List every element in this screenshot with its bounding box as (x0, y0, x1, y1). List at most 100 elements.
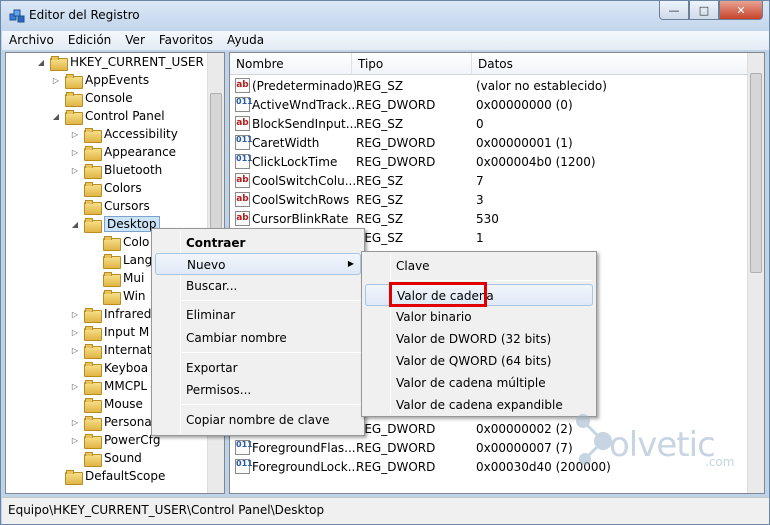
close-button[interactable]: ✕ (719, 1, 763, 20)
expand-triangle-icon[interactable]: ▷ (70, 346, 80, 355)
folder-icon (84, 397, 102, 413)
solvetic-watermark: olvetic .com (573, 411, 763, 471)
folder-icon (65, 469, 83, 485)
tree-item[interactable]: Keyboa (70, 359, 148, 377)
tree-item[interactable]: ▷ Internat (70, 341, 152, 359)
menu-separator (182, 352, 362, 353)
tree-item-label: Bluetooth (104, 163, 163, 177)
menu-item-rename[interactable]: Cambiar nombre (155, 327, 361, 349)
value-row[interactable]: ab BlockSendInput... REG_SZ 0 (230, 115, 749, 134)
tree-item-root[interactable]: ◢ HKEY_CURRENT_USER (36, 53, 204, 71)
value-row[interactable]: 011 ClickLockTime REG_DWORD 0x000004b0 (120… (230, 153, 749, 172)
submenu-item-binary-value[interactable]: Valor binario (365, 306, 593, 328)
tree-item[interactable]: Win (89, 287, 146, 305)
maximize-button[interactable]: □ (689, 1, 719, 20)
submenu-item-multi-string-value[interactable]: Valor de cadena múltiple (365, 372, 593, 394)
list-scrollbar-thumb[interactable] (750, 73, 762, 273)
tree-item[interactable]: Colors (70, 179, 142, 197)
value-data: 530 (476, 212, 499, 226)
expand-triangle-icon[interactable]: ▷ (70, 328, 80, 337)
tree-item[interactable]: ▷ Persona (70, 413, 152, 431)
menu-separator (182, 300, 362, 301)
expand-triangle-icon[interactable]: ▷ (70, 418, 80, 427)
tree-item[interactable]: ◢ Desktop (70, 215, 160, 233)
expand-triangle-icon[interactable]: ▷ (70, 130, 80, 139)
tree-item[interactable]: Cursors (70, 197, 150, 215)
menu-item-permissions[interactable]: Permisos... (155, 379, 361, 401)
value-type: REG_SZ (356, 174, 404, 188)
column-header-data[interactable]: Datos (472, 53, 749, 75)
value-row[interactable]: 011 CaretWidth REG_DWORD 0x00000001 (1) (230, 134, 749, 153)
expand-triangle-icon[interactable]: ▷ (70, 148, 80, 157)
tree-item[interactable]: ▷ AppEvents (51, 71, 149, 89)
expand-triangle-icon[interactable]: ▷ (51, 76, 61, 85)
folder-icon (65, 91, 83, 107)
tree-item[interactable]: Lang (89, 251, 152, 269)
expand-triangle-icon[interactable]: ▷ (70, 310, 80, 319)
menu-item-export[interactable]: Exportar (155, 357, 361, 379)
value-row[interactable]: ab CoolSwitchColu... REG_SZ 7 (230, 172, 749, 191)
tree-item[interactable]: Console (51, 89, 133, 107)
submenu-item-key[interactable]: Clave (365, 255, 593, 277)
tree-item[interactable]: ▷ Infrared (70, 305, 151, 323)
expand-triangle-icon[interactable]: ◢ (51, 112, 61, 121)
tree-item[interactable]: Mui (89, 269, 144, 287)
tree-item[interactable]: ◢ Control Panel (51, 107, 165, 125)
tree-item[interactable]: Sound (70, 449, 142, 467)
expand-triangle-icon[interactable]: ▷ (70, 382, 80, 391)
tree-item-label: Sound (104, 451, 142, 465)
value-row[interactable]: 011 ActiveWndTrack... REG_DWORD 0x00000000 … (230, 96, 749, 115)
column-header-name[interactable]: Nombre (230, 53, 352, 75)
tree-item[interactable]: ▷ Input M (70, 323, 149, 341)
folder-icon (103, 271, 121, 287)
column-header-type[interactable]: Tipo (352, 53, 472, 75)
tree-item[interactable]: ▷ Appearance (70, 143, 176, 161)
menu-item-new[interactable]: Nuevo ▶ (155, 253, 361, 275)
expand-triangle-icon[interactable]: ◢ (70, 220, 80, 229)
value-type: REG_DWORD (356, 441, 436, 455)
submenu-item-expandable-string-value[interactable]: Valor de cadena expandible (365, 394, 593, 416)
value-data: 3 (476, 193, 484, 207)
tree-item-label: Mouse (104, 397, 143, 411)
folder-icon (103, 289, 121, 305)
tree-item-label: Console (85, 91, 133, 105)
submenu-item-qword-value[interactable]: Valor de QWORD (64 bits) (365, 350, 593, 372)
title-bar[interactable]: Editor del Registro — □ ✕ (1, 1, 769, 31)
registry-app-icon (9, 9, 25, 23)
value-row[interactable]: ab (Predeterminado) REG_SZ (valor no establ… (230, 77, 749, 96)
watermark-domain: .com (705, 455, 735, 469)
submenu-item-dword-value[interactable]: Valor de DWORD (32 bits) (365, 328, 593, 350)
value-row[interactable]: ab CursorBlinkRate REG_SZ 530 (230, 210, 749, 229)
menu-favoritos[interactable]: Favoritos (152, 31, 220, 50)
collapse-triangle-icon[interactable]: ◢ (36, 58, 46, 67)
binary-value-icon: 011 (235, 459, 253, 474)
folder-icon (65, 109, 83, 125)
menu-ver[interactable]: Ver (118, 31, 152, 50)
registry-editor-window: Editor del Registro — □ ✕ Archivo Edició… (0, 0, 770, 525)
tree-item[interactable]: ▷ MMCPL (70, 377, 147, 395)
expand-triangle-icon[interactable]: ▷ (70, 166, 80, 175)
menu-item-delete[interactable]: Eliminar (155, 304, 361, 326)
value-row[interactable]: ab CoolSwitchRows REG_SZ 3 (230, 191, 749, 210)
menu-edicion[interactable]: Edición (61, 31, 118, 50)
folder-icon (65, 73, 83, 89)
tree-item-label: MMCPL (104, 379, 148, 393)
tree-item[interactable]: ▷ Bluetooth (70, 161, 162, 179)
expand-triangle-icon[interactable]: ▷ (70, 436, 80, 445)
minimize-button[interactable]: — (659, 1, 689, 20)
tree-item[interactable]: Colo (89, 233, 149, 251)
value-type: REG_DWORD (356, 422, 436, 436)
tree-item-label: Keyboa (104, 361, 149, 375)
tree-item[interactable]: ▷ Accessibility (70, 125, 178, 143)
menu-archivo[interactable]: Archivo (2, 31, 61, 50)
value-data: 0x00000002 (2) (476, 422, 573, 436)
tree-item[interactable]: ▷ PowerCfg (70, 431, 161, 449)
menu-item-find[interactable]: Buscar... (155, 275, 361, 297)
menu-item-copy-key-name[interactable]: Copiar nombre de clave (155, 409, 361, 431)
tree-item[interactable]: Mouse (70, 395, 143, 413)
menu-item-collapse[interactable]: Contraer (155, 232, 361, 254)
tree-item[interactable]: DefaultScope (51, 467, 165, 485)
window-title: Editor del Registro (29, 8, 140, 22)
highlight-box (389, 282, 487, 307)
menu-ayuda[interactable]: Ayuda (220, 31, 271, 50)
